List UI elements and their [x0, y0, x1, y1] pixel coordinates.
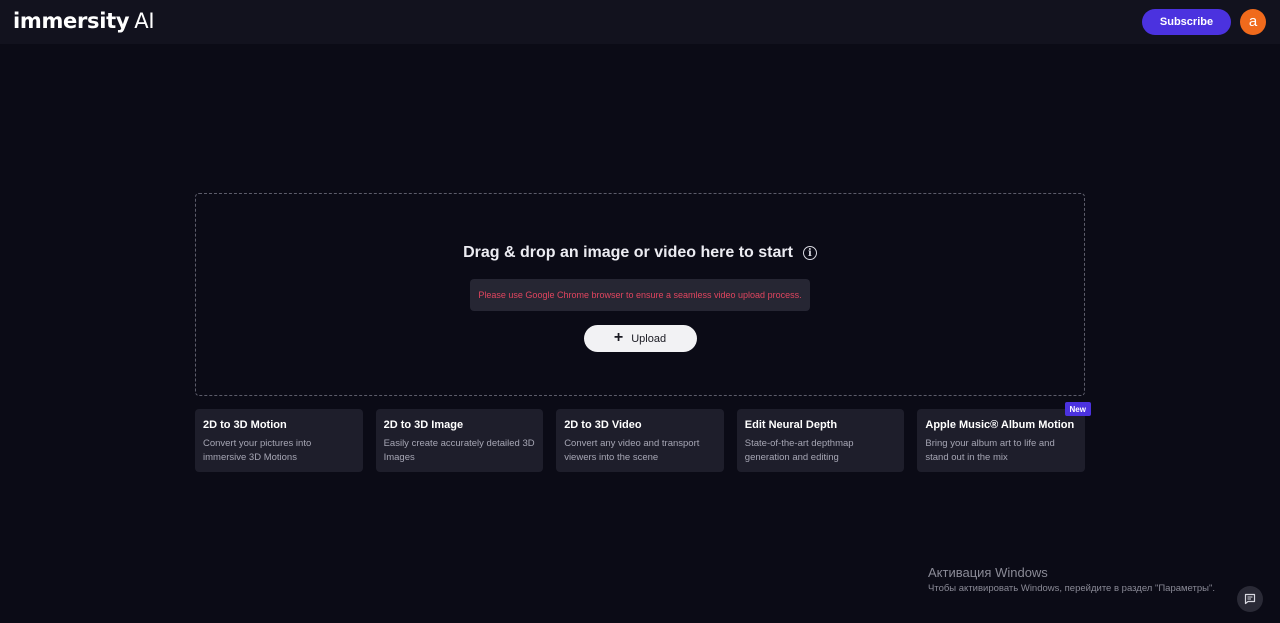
info-icon[interactable]: i [802, 246, 817, 260]
card-2d-to-3d-video[interactable]: 2D to 3D Video Convert any video and tra… [556, 409, 724, 472]
card-description: Bring your album art to life and stand o… [925, 438, 1055, 463]
upload-button-label: Upload [631, 332, 667, 345]
windows-activation-title: Активация Windows [928, 565, 1048, 580]
subscribe-button[interactable]: Subscribe [1142, 9, 1231, 35]
upload-dropzone[interactable]: Drag & drop an image or video here to st… [195, 193, 1085, 396]
card-edit-neural-depth[interactable]: Edit Neural Depth State-of-the-art depth… [736, 409, 905, 472]
chat-icon [1244, 593, 1256, 605]
dropzone-heading: Drag & drop an image or video here to st… [463, 244, 817, 262]
card-description: Easily create accurately detailed 3D Ima… [383, 438, 535, 463]
chat-button[interactable] [1237, 586, 1263, 612]
user-avatar[interactable]: a [1240, 9, 1266, 35]
upload-button[interactable]: + Upload [583, 325, 697, 352]
card-2d-to-3d-motion[interactable]: 2D to 3D Motion Convert your pictures in… [195, 409, 363, 472]
windows-activation-subtitle: Чтобы активировать Windows, перейдите в … [928, 583, 1215, 594]
browser-warning-text: Please use Google Chrome browser to ensu… [478, 290, 802, 300]
dropzone-title: Drag & drop an image or video here to st… [463, 244, 793, 261]
card-2d-to-3d-image[interactable]: 2D to 3D Image Easily create accurately … [375, 409, 544, 472]
windows-activation-watermark: Активация Windows Чтобы активировать Win… [928, 565, 1215, 594]
card-title: 2D to 3D Motion [203, 419, 287, 431]
card-description: Convert your pictures into immersive 3D … [203, 438, 312, 463]
card-title: 2D to 3D Image [383, 419, 464, 431]
header-actions: Subscribe a [1142, 9, 1266, 35]
card-title: 2D to 3D Video [564, 419, 642, 431]
browser-warning: Please use Google Chrome browser to ensu… [470, 279, 810, 311]
card-description: Convert any video and transport viewers … [564, 438, 700, 463]
new-badge: New [1064, 402, 1091, 416]
top-bar: immersity AI Subscribe a [0, 0, 1280, 44]
plus-icon: + [613, 328, 624, 346]
card-apple-music-album-motion[interactable]: Apple Music® Album Motion Bring your alb… [917, 402, 1091, 472]
logo-word: immersity [13, 8, 130, 33]
logo[interactable]: immersity AI [13, 8, 155, 33]
feature-cards: 2D to 3D Motion Convert your pictures in… [195, 402, 1091, 472]
card-title: Apple Music® Album Motion [925, 419, 1075, 431]
logo-suffix: AI [134, 8, 155, 33]
card-description: State-of-the-art depthmap generation and… [744, 438, 854, 463]
card-title: Edit Neural Depth [744, 419, 838, 431]
